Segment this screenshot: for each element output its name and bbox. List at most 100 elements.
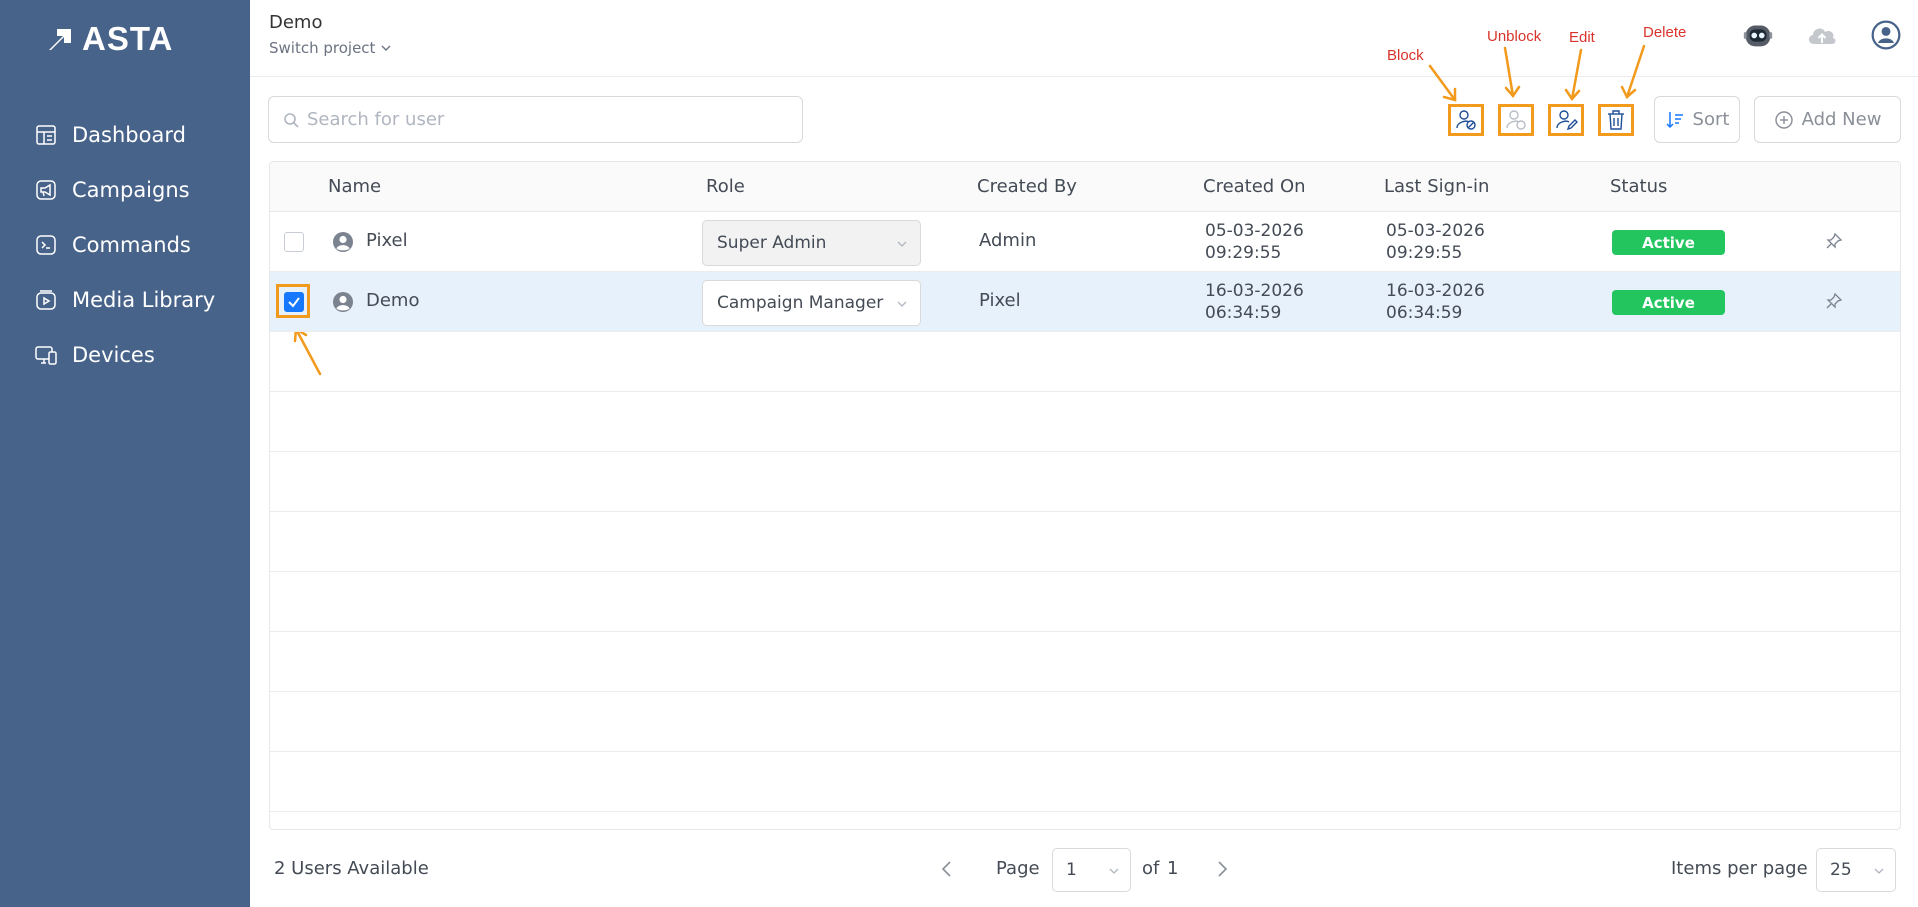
- user-profile-button[interactable]: [1868, 17, 1904, 53]
- sidebar-item-label: Media Library: [72, 287, 216, 312]
- annotation-edit-label: Edit: [1569, 29, 1595, 46]
- column-header-role[interactable]: Role: [706, 176, 745, 197]
- page-of-label: of: [1142, 858, 1160, 879]
- sidebar: ASTA Dashboard Campaigns Commands Media …: [0, 0, 250, 907]
- column-header-last-signin[interactable]: Last Sign-in: [1384, 176, 1489, 197]
- search-input[interactable]: [307, 109, 787, 130]
- last-signin-time: 09:29:55: [1386, 243, 1463, 263]
- cloud-upload-button[interactable]: [1804, 17, 1840, 53]
- block-user-icon: [1456, 110, 1476, 130]
- add-new-button[interactable]: Add New: [1754, 96, 1901, 143]
- last-signin-time: 06:34:59: [1386, 303, 1463, 323]
- edit-user-button[interactable]: [1548, 104, 1584, 136]
- column-header-name[interactable]: Name: [328, 176, 381, 197]
- previous-page-button[interactable]: [935, 857, 959, 881]
- role-value: Super Admin: [717, 233, 827, 253]
- column-header-created-on[interactable]: Created On: [1203, 176, 1306, 197]
- last-signin-date: 16-03-2026: [1386, 281, 1485, 301]
- status-badge: Active: [1612, 230, 1725, 255]
- brand-name: ASTA: [82, 20, 174, 57]
- created-by: Pixel: [979, 290, 1021, 311]
- annotation-delete-label: Delete: [1643, 24, 1687, 41]
- sidebar-item-label: Devices: [72, 342, 155, 367]
- sidebar-item-devices[interactable]: Devices: [0, 327, 250, 382]
- cloud-upload-icon: [1808, 28, 1836, 44]
- column-header-status[interactable]: Status: [1610, 176, 1667, 197]
- role-value: Campaign Manager: [717, 293, 884, 313]
- sidebar-item-dashboard[interactable]: Dashboard: [0, 107, 250, 162]
- table-header: Name Role Created By Created On Last Sig…: [270, 162, 1900, 212]
- last-signin: 16-03-2026 06:34:59: [1386, 280, 1485, 324]
- created-on-time: 06:34:59: [1205, 303, 1282, 323]
- created-by: Admin: [979, 230, 1037, 251]
- row-select-checkbox[interactable]: [284, 232, 304, 252]
- devices-icon: [35, 345, 57, 365]
- search-icon: [284, 112, 299, 128]
- switch-project-label: Switch project: [269, 39, 376, 57]
- page-total: 1: [1167, 858, 1179, 879]
- page-label: Page: [996, 858, 1040, 879]
- chevron-down-icon: [897, 301, 907, 307]
- dashboard-icon: [36, 124, 56, 145]
- add-new-label: Add New: [1801, 109, 1882, 130]
- users-count: 2 Users Available: [274, 858, 429, 879]
- robot-icon: [1743, 25, 1773, 47]
- empty-table-row: [270, 452, 1900, 512]
- annotation-block-label: Block: [1387, 47, 1424, 64]
- chevron-down-icon: [381, 45, 391, 51]
- role-select[interactable]: Campaign Manager: [702, 280, 921, 326]
- brand-logo-mark-icon: [49, 29, 71, 50]
- column-header-created-by[interactable]: Created By: [977, 176, 1077, 197]
- last-signin: 05-03-2026 09:29:55: [1386, 220, 1485, 264]
- empty-table-row: [270, 692, 1900, 752]
- created-on: 05-03-2026 09:29:55: [1205, 220, 1304, 264]
- sidebar-item-campaigns[interactable]: Campaigns: [0, 162, 250, 217]
- created-on-date: 05-03-2026: [1205, 221, 1304, 241]
- created-on-time: 09:29:55: [1205, 243, 1282, 263]
- sidebar-item-label: Campaigns: [72, 177, 190, 202]
- pin-icon[interactable]: [1825, 292, 1843, 310]
- page-select[interactable]: 1: [1052, 848, 1131, 892]
- chevron-down-icon: [1109, 868, 1119, 874]
- sidebar-nav: Dashboard Campaigns Commands Media Libra…: [0, 107, 250, 382]
- sidebar-item-commands[interactable]: Commands: [0, 217, 250, 272]
- empty-table-row: [270, 632, 1900, 692]
- items-per-page-value: 25: [1830, 860, 1852, 880]
- empty-table-row: [270, 332, 1900, 392]
- page-current: 1: [1066, 860, 1077, 880]
- status-badge: Active: [1612, 290, 1725, 315]
- brand-logo[interactable]: ASTA: [46, 20, 173, 58]
- unblock-user-button[interactable]: [1498, 104, 1534, 136]
- trash-icon: [1608, 110, 1624, 130]
- users-table: Name Role Created By Created On Last Sig…: [269, 161, 1901, 830]
- user-name: Demo: [366, 290, 420, 311]
- chevron-down-icon: [897, 241, 907, 247]
- pin-icon[interactable]: [1825, 232, 1843, 250]
- block-user-button[interactable]: [1448, 104, 1484, 136]
- sidebar-item-media-library[interactable]: Media Library: [0, 272, 250, 327]
- sidebar-item-label: Dashboard: [72, 122, 186, 147]
- edit-user-icon: [1556, 110, 1578, 131]
- user-avatar-icon: [333, 292, 353, 312]
- last-signin-date: 05-03-2026: [1386, 221, 1485, 241]
- assistant-bot-button[interactable]: [1740, 17, 1776, 53]
- plus-circle-icon: [1774, 110, 1793, 129]
- delete-user-button[interactable]: [1598, 104, 1634, 136]
- role-select[interactable]: Super Admin: [702, 220, 921, 266]
- sidebar-item-label: Commands: [72, 232, 191, 257]
- empty-table-row: [270, 752, 1900, 812]
- items-per-page-select[interactable]: 25: [1816, 848, 1896, 892]
- table-row[interactable]: Demo Campaign Manager Pixel 16-03-2026 0…: [270, 272, 1900, 332]
- media-library-icon: [36, 289, 56, 310]
- user-avatar-icon: [333, 232, 353, 252]
- switch-project-dropdown[interactable]: Switch project: [269, 39, 392, 57]
- sort-button[interactable]: Sort: [1654, 96, 1740, 143]
- search-box[interactable]: [268, 96, 803, 143]
- row-select-checkbox[interactable]: [284, 292, 304, 312]
- project-name: Demo: [269, 12, 323, 33]
- table-row[interactable]: Pixel Super Admin Admin 05-03-2026 09:29…: [270, 212, 1900, 272]
- items-per-page-label: Items per page: [1671, 858, 1808, 879]
- checkmark-icon: [288, 297, 300, 308]
- next-page-button[interactable]: [1210, 857, 1234, 881]
- user-avatar-icon: [1871, 20, 1901, 50]
